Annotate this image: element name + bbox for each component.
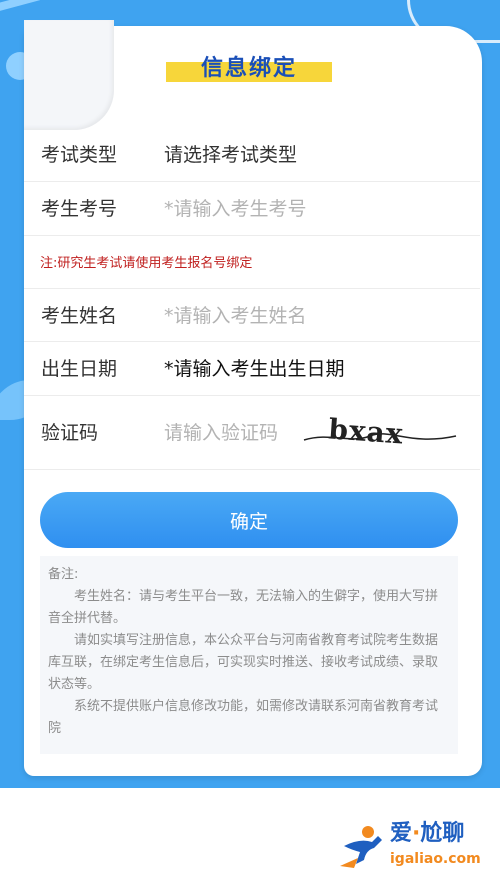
confirm-button[interactable]: 确定 [40, 492, 458, 548]
captcha-text: bxax [327, 412, 404, 450]
name-label: 考生姓名 [41, 305, 118, 327]
page-title: 信息绑定 [166, 54, 332, 84]
exam-no-label: 考生考号 [41, 198, 118, 220]
exam-no-row: 考生考号 *请输入考生考号 [24, 182, 480, 236]
title-text: 信息绑定 [200, 56, 297, 81]
birth-date-input[interactable]: *请输入考生出生日期 [164, 342, 345, 396]
exam-type-value[interactable]: 请选择考试类型 [164, 128, 297, 182]
remarks-paragraph: 考生姓名：请与考生平台一致，无法输入的生僻字，使用大写拼音全拼代替。 [48, 589, 439, 626]
logo-domain: igaliao.com [390, 851, 481, 867]
remarks-title: 备注: [48, 567, 79, 582]
remarks-box: 备注: 考生姓名：请与考生平台一致，无法输入的生僻字，使用大写拼音全拼代替。 请… [40, 556, 458, 754]
card-curl [24, 20, 114, 130]
captcha-input[interactable]: 请输入验证码 [164, 396, 278, 470]
exam-type-select[interactable]: 考试类型 请选择考试类型 [24, 128, 480, 182]
watermark-logo: 爱·尬聊 igaliao.com [338, 816, 488, 876]
captcha-label: 验证码 [41, 422, 99, 444]
logo-icon [340, 826, 382, 868]
exam-no-input[interactable]: *请输入考生考号 [164, 182, 307, 236]
logo-title: 爱·尬聊 [390, 821, 465, 846]
remarks-paragraph: 系统不提供账户信息修改功能，如需修改请联系河南省教育考试院 [48, 699, 439, 736]
remarks-paragraph: 请如实填写注册信息，本公众平台与河南省教育考试院考生数据库互联，在绑定考生信息后… [48, 633, 439, 692]
birth-date-row: 出生日期 *请输入考生出生日期 [24, 342, 480, 396]
captcha-image[interactable]: bxax [300, 410, 460, 454]
name-input[interactable]: *请输入考生姓名 [164, 289, 307, 343]
birth-date-label: 出生日期 [41, 358, 118, 380]
notice-text: 注:研究生考试请使用考生报名号绑定 [40, 256, 253, 271]
name-row: 考生姓名 *请输入考生姓名 [24, 288, 480, 342]
exam-type-label: 考试类型 [41, 144, 118, 166]
